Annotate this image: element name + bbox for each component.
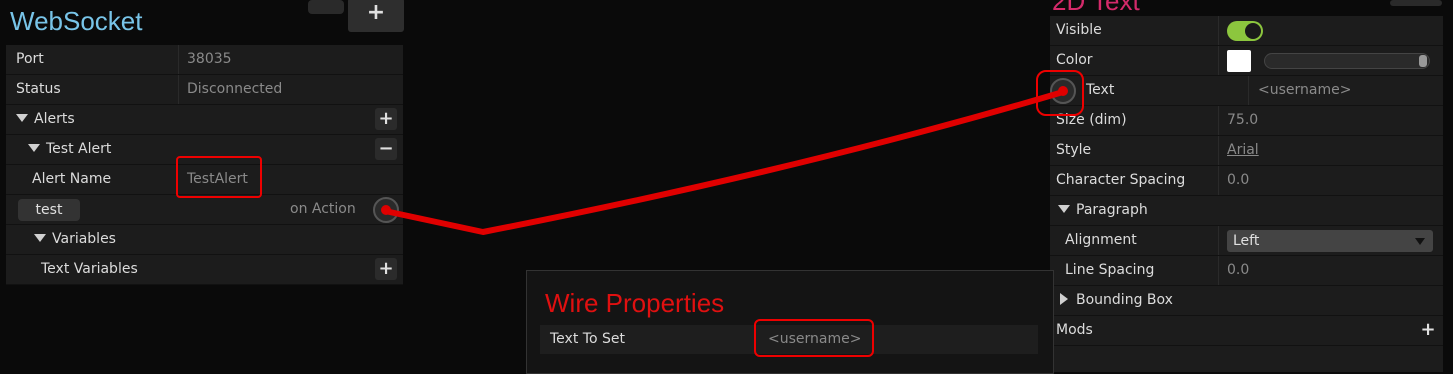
add-alert-button[interactable]: + (375, 108, 397, 130)
char-spacing-row: Character Spacing 0.0 (1050, 166, 1443, 196)
chevron-down-icon (1415, 238, 1425, 245)
alignment-label: Alignment (1065, 232, 1137, 248)
alignment-select[interactable]: Left (1227, 230, 1433, 252)
variables-label: Variables (52, 231, 116, 247)
mods-label: Mods (1056, 322, 1093, 338)
paragraph-header[interactable]: Paragraph (1058, 196, 1148, 225)
toolbar-button-blank-right[interactable] (1390, 0, 1442, 6)
alignment-value: Left (1233, 233, 1260, 249)
color-row: Color (1050, 46, 1443, 76)
visible-row: Visible (1050, 16, 1443, 46)
expand-triangle-icon (1058, 205, 1070, 213)
toolbar-button-blank[interactable] (308, 0, 344, 14)
port-label: Port (16, 51, 44, 67)
text-to-set-label: Text To Set (550, 331, 625, 347)
status-row: Status Disconnected (6, 75, 403, 105)
bounding-box-header[interactable]: Bounding Box (1060, 286, 1173, 315)
separator (1218, 136, 1219, 165)
port-row: Port 38035 (6, 45, 403, 75)
alerts-label: Alerts (34, 111, 75, 127)
status-label: Status (16, 81, 61, 97)
on-action-label: on Action (290, 201, 356, 217)
char-spacing-value[interactable]: 0.0 (1227, 166, 1249, 195)
text2d-panel: Visible Color Text <username> Size (dim)… (1050, 16, 1443, 372)
style-label: Style (1056, 142, 1092, 158)
line-spacing-row: Line Spacing 0.0 (1050, 256, 1443, 286)
wire-path (382, 89, 1066, 236)
expand-triangle-icon (28, 144, 40, 152)
paragraph-row[interactable]: Paragraph (1050, 196, 1443, 226)
expand-triangle-icon (16, 114, 28, 122)
paragraph-label: Paragraph (1076, 202, 1148, 218)
mods-row: Mods + (1050, 316, 1443, 346)
text-value[interactable]: <username> (1258, 76, 1351, 105)
status-value: Disconnected (187, 81, 283, 97)
size-row: Size (dim) 75.0 (1050, 106, 1443, 136)
separator (178, 75, 179, 104)
collapsed-triangle-icon (1060, 293, 1068, 305)
bounding-box-label: Bounding Box (1076, 292, 1173, 308)
separator (1218, 16, 1219, 45)
bounding-box-row[interactable]: Bounding Box (1050, 286, 1443, 316)
alerts-row[interactable]: Alerts + (6, 105, 403, 135)
text-label: Text (1086, 82, 1115, 98)
alert-name-label: Alert Name (32, 171, 112, 187)
test-button[interactable]: test (18, 199, 80, 221)
add-text-variable-button[interactable]: + (375, 258, 397, 280)
color-swatch[interactable] (1227, 50, 1251, 72)
visible-label: Visible (1056, 22, 1102, 38)
separator (1248, 76, 1249, 105)
line-spacing-label: Line Spacing (1065, 262, 1155, 278)
separator (1218, 106, 1219, 135)
text-row: Text <username> (1050, 76, 1443, 106)
alignment-row: Alignment Left (1050, 226, 1443, 256)
on-action-output-port[interactable] (373, 197, 399, 223)
alert-name-highlight (176, 156, 262, 198)
variables-header[interactable]: Variables (34, 225, 116, 254)
websocket-title: WebSocket (10, 6, 143, 36)
separator (1218, 256, 1219, 285)
variables-row[interactable]: Variables (6, 225, 403, 255)
separator (1218, 166, 1219, 195)
text-variables-label: Text Variables (41, 261, 138, 277)
add-mod-button[interactable]: + (1417, 319, 1439, 341)
text-port-highlight (1036, 70, 1084, 116)
separator (1218, 226, 1219, 255)
color-slider[interactable] (1264, 53, 1430, 69)
wire-properties-title: Wire Properties (545, 288, 725, 318)
size-value[interactable]: 75.0 (1227, 106, 1258, 135)
remove-alert-button[interactable]: − (375, 138, 397, 160)
text-to-set-highlight (754, 319, 874, 357)
separator (1218, 46, 1219, 75)
test-alert-label: Test Alert (46, 141, 112, 157)
style-row: Style Arial (1050, 136, 1443, 166)
char-spacing-label: Character Spacing (1056, 172, 1186, 188)
separator (178, 45, 179, 74)
text-variables-row: Text Variables + (6, 255, 403, 285)
text2d-title: 2D Text (1052, 0, 1140, 16)
add-node-button[interactable]: + (348, 0, 404, 32)
test-alert-header[interactable]: Test Alert (28, 135, 111, 164)
line-spacing-value[interactable]: 0.0 (1227, 256, 1249, 285)
color-slider-handle[interactable] (1419, 55, 1427, 67)
action-row: test on Action (6, 195, 403, 225)
visible-toggle[interactable] (1227, 21, 1263, 41)
style-value-link[interactable]: Arial (1227, 136, 1259, 165)
port-value[interactable]: 38035 (187, 45, 232, 74)
expand-triangle-icon (34, 234, 46, 242)
alerts-header[interactable]: Alerts (16, 105, 75, 134)
